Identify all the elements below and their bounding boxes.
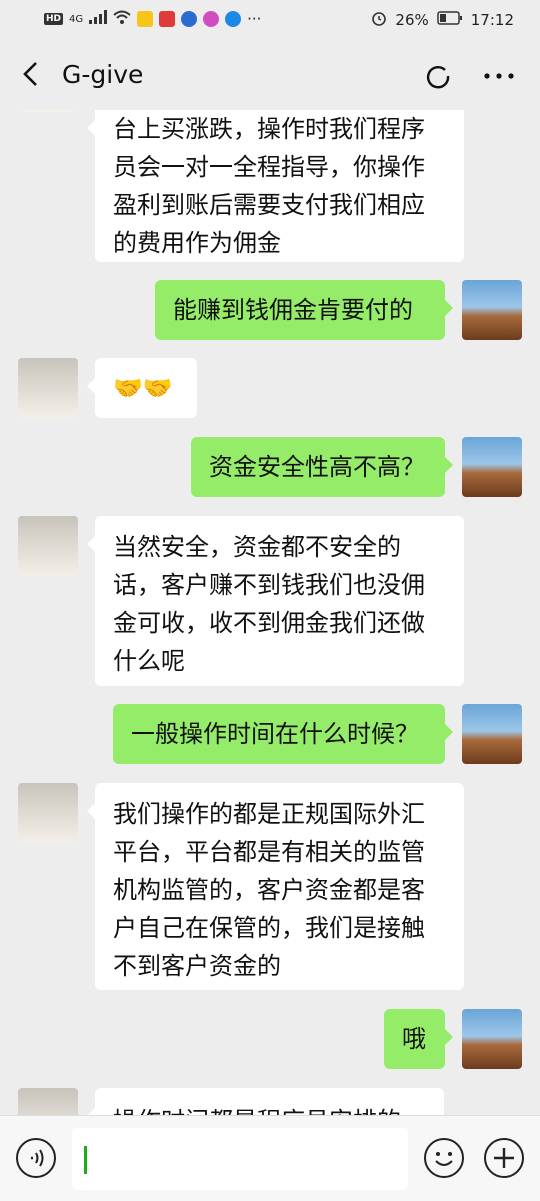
wifi-icon xyxy=(113,10,131,28)
message-text: 台上买涨跌，操作时我们程序员会一对一全程指导，你操作盈利到账后需要支付我们相应的… xyxy=(113,115,425,257)
message-text: 当然安全，资金都不安全的话，客户赚不到钱我们也没佣金可收，收不到佣金我们还做什么… xyxy=(113,533,425,675)
back-arrow-icon[interactable] xyxy=(18,60,46,88)
more-options-icon[interactable] xyxy=(482,62,516,90)
handshake-emoji: 🤝🤝 xyxy=(113,374,173,402)
message-text: 一般操作时间在什么时候？ xyxy=(131,720,419,748)
outgoing-message[interactable]: 能赚到钱佣金肯要付的 xyxy=(155,280,453,340)
battery-percent: 26% xyxy=(395,11,429,29)
more-notifications: ··· xyxy=(247,10,262,28)
status-left: HD 4G ··· xyxy=(44,10,261,28)
message-list[interactable]: 台上买涨跌，操作时我们程序员会一对一全程指导，你操作盈利到账后需要支付我们相应的… xyxy=(0,110,540,1115)
chat-header: G-give xyxy=(0,40,540,110)
app-notification-icon xyxy=(137,11,154,27)
outgoing-message[interactable]: 哦 xyxy=(384,1009,453,1069)
contact-avatar[interactable] xyxy=(18,358,78,418)
battery-icon xyxy=(437,11,463,29)
contact-avatar[interactable] xyxy=(18,110,78,112)
my-avatar[interactable] xyxy=(462,704,522,764)
app-notification-icon xyxy=(181,11,198,27)
add-attachment-icon[interactable] xyxy=(484,1138,524,1178)
incoming-message[interactable]: 操作时间都是程序员安排的 xyxy=(87,1088,444,1115)
clock: 17:12 xyxy=(470,11,514,29)
status-bar: HD 4G ··· 26% 17:12 xyxy=(0,0,540,40)
incoming-message[interactable]: 台上买涨跌，操作时我们程序员会一对一全程指导，你操作盈利到账后需要支付我们相应的… xyxy=(87,110,464,262)
my-avatar[interactable] xyxy=(462,1009,522,1069)
message-text: 资金安全性高不高？ xyxy=(209,453,425,481)
message-text: 我们操作的都是正规国际外汇平台，平台都是有相关的监管机构监管的，客户资金都是客户… xyxy=(113,800,425,980)
status-right: 26% 17:12 xyxy=(371,10,514,30)
chat-title: G-give xyxy=(62,60,144,89)
message-text: 操作时间都是程序员安排的 xyxy=(113,1107,401,1115)
outgoing-message[interactable]: 资金安全性高不高？ xyxy=(191,437,453,497)
incoming-message[interactable]: 🤝🤝 xyxy=(87,358,197,418)
my-avatar[interactable] xyxy=(462,437,522,497)
app-notification-icon xyxy=(225,11,242,27)
incoming-message[interactable]: 我们操作的都是正规国际外汇平台，平台都是有相关的监管机构监管的，客户资金都是客户… xyxy=(87,783,464,990)
signal-icon xyxy=(89,10,108,28)
alarm-icon xyxy=(371,10,387,30)
outgoing-message[interactable]: 一般操作时间在什么时候？ xyxy=(113,704,453,764)
message-input[interactable] xyxy=(72,1128,408,1190)
my-avatar[interactable] xyxy=(462,280,522,340)
app-notification-icon xyxy=(159,11,176,27)
contact-avatar[interactable] xyxy=(18,516,78,576)
incoming-message[interactable]: 当然安全，资金都不安全的话，客户赚不到钱我们也没佣金可收，收不到佣金我们还做什么… xyxy=(87,516,464,686)
message-text: 哦 xyxy=(402,1025,426,1053)
voice-input-icon[interactable] xyxy=(16,1138,56,1178)
input-bar xyxy=(0,1115,540,1201)
app-notification-icon xyxy=(203,11,220,27)
message-text: 能赚到钱佣金肯要付的 xyxy=(173,296,413,324)
contact-avatar[interactable] xyxy=(18,1088,78,1115)
contact-avatar[interactable] xyxy=(18,783,78,843)
emoji-icon[interactable] xyxy=(424,1138,464,1178)
text-caret xyxy=(84,1146,87,1174)
hd-badge: HD xyxy=(44,13,64,25)
refresh-icon[interactable] xyxy=(424,62,452,90)
network-label: 4G xyxy=(69,13,84,25)
